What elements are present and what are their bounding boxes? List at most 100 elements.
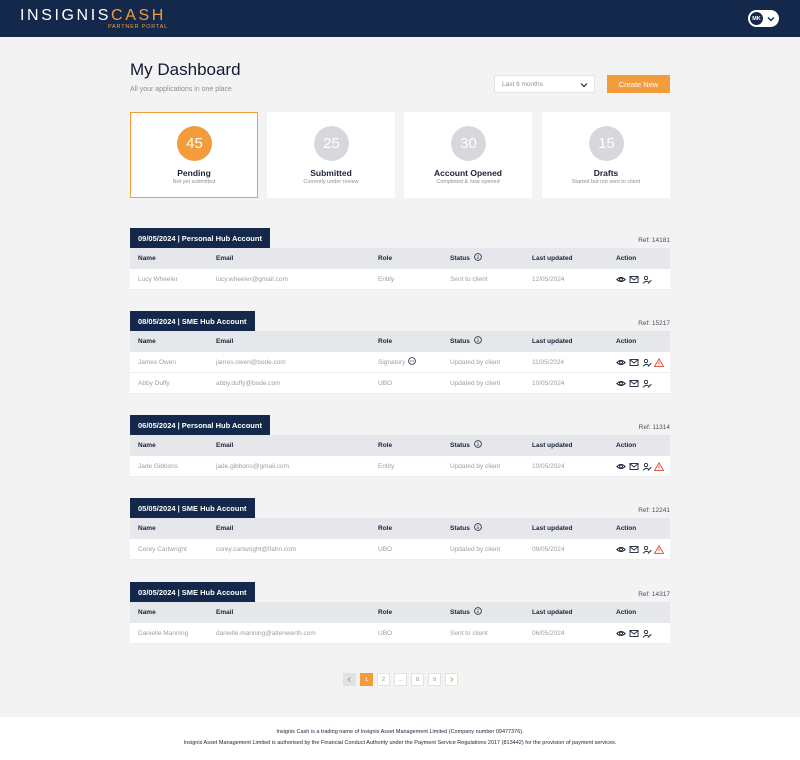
edit-user-icon[interactable] [642, 462, 652, 471]
date-range-select[interactable]: Last 6 months [494, 75, 595, 93]
page-title: My Dashboard [130, 60, 241, 79]
column-header-role: Role [378, 609, 393, 616]
user-menu-button[interactable]: MK [748, 10, 779, 27]
column-header-email: Email [216, 442, 234, 449]
stat-card-drafts[interactable]: 15 Drafts Started but not sent to client [542, 112, 670, 198]
table-header: Name Email Role Status Last updated Action [130, 435, 670, 456]
table-header: Name Email Role Status Last updated Action [130, 602, 670, 623]
insignis-cash-logo[interactable]: INSIGNISCASH PARTNER PORTAL [20, 8, 167, 31]
cell-name: Jade Gibbons [138, 463, 179, 470]
application-ref: Ref: 15217 [638, 320, 670, 327]
column-header-action: Action [616, 338, 637, 345]
info-icon[interactable] [474, 440, 482, 448]
application-group: 06/05/2024 | Personal Hub Account Ref: 11… [130, 415, 670, 477]
edit-user-icon[interactable] [642, 275, 652, 284]
stat-description: Started but not sent to client [571, 179, 641, 185]
cell-name: James Owen [138, 359, 176, 366]
application-group: 09/05/2024 | Personal Hub Account Ref: 14… [130, 228, 670, 290]
more-roles-icon[interactable] [408, 357, 417, 365]
column-header-name: Name [138, 609, 156, 616]
view-icon[interactable] [616, 379, 626, 388]
cell-email: abby.duffy@bode.com [216, 380, 281, 387]
edit-user-icon[interactable] [642, 545, 652, 554]
view-icon[interactable] [616, 275, 626, 284]
cell-email: lucy.wheeler@gmail.com [216, 276, 288, 283]
stat-label: Account Opened [433, 168, 502, 178]
cell-role: UBO [378, 546, 393, 553]
edit-user-icon[interactable] [642, 629, 652, 638]
stat-card-submitted[interactable]: 25 Submitted Currently under review [267, 112, 395, 198]
page-button[interactable]: 2 [377, 673, 390, 686]
column-header-action: Action [616, 442, 637, 449]
column-header-email: Email [216, 338, 234, 345]
column-header-role: Role [378, 525, 393, 532]
info-icon[interactable] [474, 523, 482, 531]
view-icon[interactable] [616, 545, 626, 554]
cell-updated: 10/05/2024 [532, 463, 565, 470]
cell-name: Danielle Manning [138, 630, 189, 637]
cell-name: Corey Cartwright [138, 546, 187, 553]
view-icon[interactable] [616, 629, 626, 638]
column-header-updated: Last updated [532, 525, 573, 532]
cell-email: james.owen@bode.com [216, 359, 286, 366]
cell-updated: 12/05/2024 [532, 276, 565, 283]
column-header-status: Status [450, 255, 470, 262]
page-button[interactable]: 8 [411, 673, 424, 686]
cell-role: Entity [378, 463, 395, 470]
cell-updated: 09/05/2024 [532, 546, 565, 553]
stat-card-account-opened[interactable]: 30 Account Opened Completed & now opened [404, 112, 532, 198]
cell-role: Entity [378, 276, 395, 283]
cell-email: jade.gibbons@gmail.com [216, 463, 290, 470]
table-row: Corey Cartwright corey.cartwright@lfahn.c… [130, 539, 670, 560]
email-icon[interactable] [629, 358, 639, 367]
info-icon[interactable] [474, 336, 482, 344]
email-icon[interactable] [629, 462, 639, 471]
column-header-email: Email [216, 609, 234, 616]
email-icon[interactable] [629, 379, 639, 388]
column-header-status: Status [450, 609, 470, 616]
next-page-button[interactable] [445, 673, 458, 686]
view-icon[interactable] [616, 462, 626, 471]
table-row: James Owen james.owen@bode.com Signatory Up… [130, 352, 670, 373]
view-icon[interactable] [616, 358, 626, 367]
stat-description: Currently under review [303, 179, 359, 185]
info-icon[interactable] [474, 607, 482, 615]
table-header: Name Email Role Status Last updated Action [130, 248, 670, 269]
cell-updated: 11/05/2024 [532, 359, 565, 366]
cell-name: Lucy Wheeler [138, 276, 178, 283]
cell-email: danielle.manning@altenwerth.com [216, 630, 316, 637]
info-icon[interactable] [474, 253, 482, 261]
email-icon[interactable] [629, 545, 639, 554]
create-new-button[interactable]: Create New [607, 75, 670, 93]
application-title: 05/05/2024 | SME Hub Account [130, 498, 255, 518]
email-icon[interactable] [629, 629, 639, 638]
column-header-email: Email [216, 525, 234, 532]
chevron-down-icon [767, 16, 775, 21]
prev-page-button[interactable] [343, 673, 356, 686]
column-header-updated: Last updated [532, 609, 573, 616]
stat-count: 30 [451, 126, 486, 161]
edit-user-icon[interactable] [642, 358, 652, 367]
email-icon[interactable] [629, 275, 639, 284]
table-header: Name Email Role Status Last updated Action [130, 331, 670, 352]
application-ref: Ref: 14317 [638, 591, 670, 598]
application-group: 05/05/2024 | SME Hub Account Ref: 12241 Na… [130, 498, 670, 560]
cell-email: corey.cartwright@lfahn.com [216, 546, 297, 553]
application-ref: Ref: 12241 [638, 507, 670, 514]
edit-user-icon[interactable] [642, 379, 652, 388]
cell-updated: 06/05/2024 [532, 630, 565, 637]
column-header-role: Role [378, 255, 393, 262]
stat-card-pending[interactable]: 45 Pending Not yet submitted [130, 112, 258, 198]
application-title: 08/05/2024 | SME Hub Account [130, 311, 255, 331]
page-button[interactable]: 1 [360, 673, 373, 686]
column-header-updated: Last updated [532, 442, 573, 449]
cell-role: UBO [378, 380, 393, 387]
warning-icon [654, 545, 664, 554]
page-ellipsis: ... [394, 673, 407, 686]
application-title: 06/05/2024 | Personal Hub Account [130, 415, 270, 435]
page-button[interactable]: 9 [428, 673, 441, 686]
logo-subtitle: PARTNER PORTAL [108, 24, 168, 30]
column-header-name: Name [138, 255, 156, 262]
application-ref: Ref: 14181 [638, 237, 670, 244]
column-header-action: Action [616, 525, 637, 532]
